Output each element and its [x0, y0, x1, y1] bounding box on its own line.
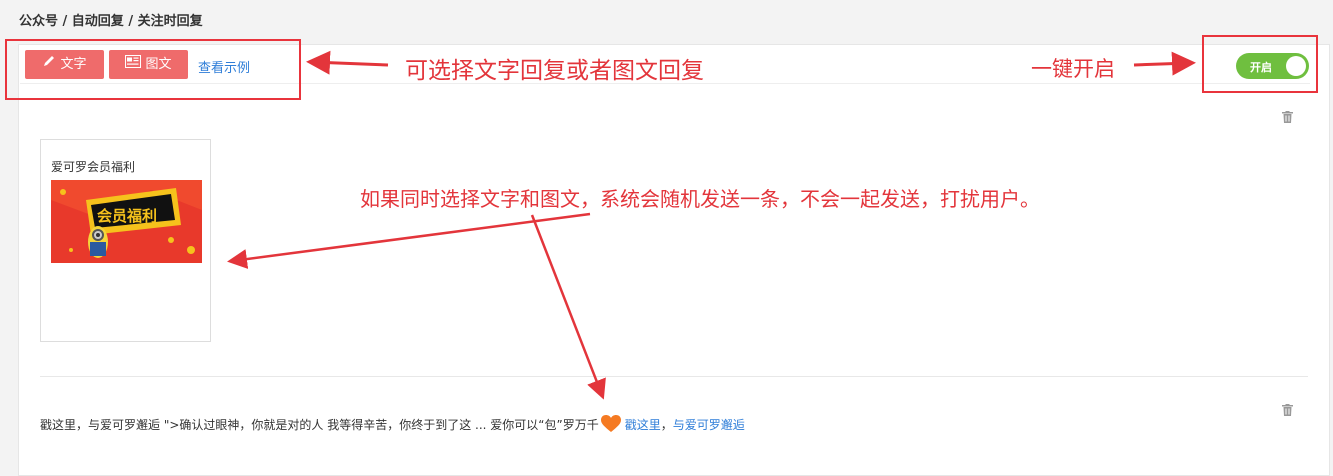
- annotation-choose-type: 可选择文字回复或者图文回复: [405, 58, 704, 84]
- text-reply-separator: ，: [660, 418, 673, 432]
- breadcrumb: 公众号 / 自动回复 / 关注时回复: [19, 14, 203, 29]
- reply-divider: [40, 376, 1308, 377]
- delete-text-icon[interactable]: [1282, 401, 1293, 420]
- text-reply-content: 戳这里，与爱可罗邂逅 ">确认过眼神，你就是对的人 我等得辛苦，你终于到了这 .…: [40, 415, 745, 436]
- annotation-one-click: 一键开启: [1031, 57, 1115, 81]
- news-card-image-text: 会员福利: [97, 207, 157, 225]
- text-reply-body: 戳这里，与爱可罗邂逅 ">确认过眼神，你就是对的人 我等得辛苦，你终于到了这 .…: [40, 418, 599, 432]
- text-reply-link-1[interactable]: 戳这里: [625, 418, 661, 432]
- highlight-box-buttons: [5, 39, 301, 100]
- news-card-title: 爱可罗会员福利: [51, 160, 136, 174]
- news-card-image: 会员福利: [51, 180, 202, 263]
- news-card[interactable]: 爱可罗会员福利 会员福利: [40, 139, 211, 342]
- toggle-label: 开启: [1250, 61, 1272, 74]
- text-reply-link-2[interactable]: 与爱可罗邂逅: [673, 418, 745, 432]
- delete-news-icon[interactable]: [1282, 108, 1293, 127]
- toggle-knob: [1286, 56, 1306, 76]
- auto-reply-toggle[interactable]: 开启: [1236, 53, 1309, 79]
- heart-icon: [600, 415, 621, 436]
- annotation-random-note: 如果同时选择文字和图文，系统会随机发送一条，不会一起发送，打扰用户。: [360, 187, 1040, 211]
- reply-panel: [18, 44, 1330, 476]
